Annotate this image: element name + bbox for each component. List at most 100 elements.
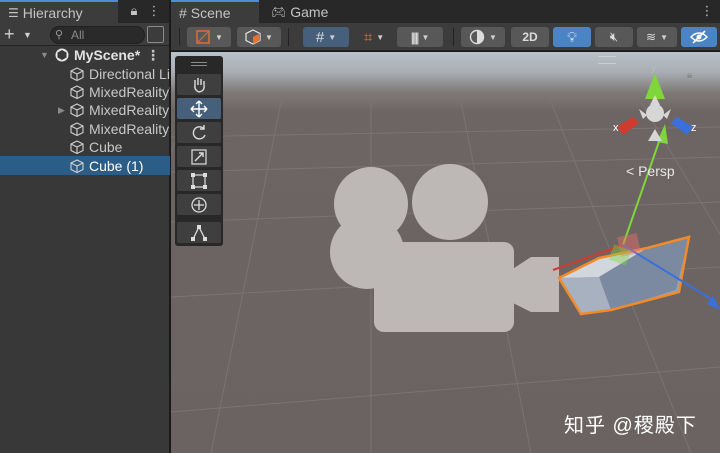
- hierarchy-item[interactable]: MixedRealitySceneContent: [0, 120, 170, 138]
- scene-panel: # Scene 🎮︎ Game ⋮ ▼ ▼ # ▼ ⌗ ▼ ||||| ▼ ▼ …: [171, 0, 720, 453]
- lighting-toggle[interactable]: 💡︎: [553, 27, 591, 47]
- scale-tool[interactable]: [177, 146, 221, 167]
- hierarchy-item-label: Directional Light: [89, 65, 170, 82]
- chevron-down-icon: ▼: [421, 32, 430, 42]
- hierarchy-item[interactable]: ▶ MixedRealityPlayspace: [0, 101, 170, 119]
- hand-tool[interactable]: [177, 74, 221, 95]
- draw-mode-dropdown[interactable]: ▼: [187, 27, 231, 47]
- shading-dropdown[interactable]: ▼: [461, 27, 505, 47]
- gameobject-cube-icon: [70, 140, 84, 155]
- watermark: 知乎 @稷殿下: [564, 415, 697, 437]
- camera-icon: [330, 164, 559, 332]
- hand-icon: [194, 77, 205, 93]
- more-menu-icon[interactable]: ⋮: [699, 2, 715, 20]
- hierarchy-item-label: MyScene*: [74, 47, 141, 64]
- custom-tool[interactable]: [177, 222, 221, 243]
- transform-icon: [191, 196, 207, 213]
- chevron-down-icon: ▼: [215, 32, 223, 42]
- gameobject-cube-icon: [70, 66, 84, 81]
- render-mode-dropdown[interactable]: ▼: [237, 27, 281, 47]
- ruler-icon: |||||: [410, 29, 420, 45]
- gizmo-z-label: z: [691, 122, 697, 134]
- hierarchy-panel: ☰ Hierarchy 🔒︎ ⋮ + ▼ ⚲ All ▼ MyScene* ⋮ Dir…: [0, 0, 170, 453]
- snap-settings-dropdown[interactable]: ⌗ ▼: [353, 27, 395, 47]
- hierarchy-item[interactable]: Cube (1): [0, 156, 170, 175]
- unity-scene-icon: [55, 48, 69, 62]
- hierarchy-item[interactable]: MixedRealityToolkit: [0, 83, 170, 101]
- scene-visibility-toggle[interactable]: [681, 27, 717, 47]
- grid-snap-dropdown[interactable]: # ▼: [303, 27, 349, 47]
- hierarchy-item-label: Cube (1): [89, 157, 144, 174]
- projection-toggle[interactable]: < Persp: [626, 163, 675, 179]
- lightbulb-icon: 💡︎: [567, 28, 577, 45]
- hierarchy-item-label: Cube: [89, 139, 123, 156]
- increment-snap-dropdown[interactable]: ||||| ▼: [397, 27, 443, 47]
- hierarchy-toolbar: + ▼ ⚲ All: [0, 23, 169, 46]
- scale-icon: [191, 148, 207, 165]
- gizmo-y-label: y: [651, 63, 656, 74]
- snap-icon: ⌗: [363, 28, 373, 46]
- gameobject-cube-icon: [70, 122, 84, 136]
- rect-tool[interactable]: [177, 170, 221, 191]
- shaded-draw-icon: [196, 30, 210, 44]
- hierarchy-item-label: MixedRealitySceneContent: [89, 120, 170, 137]
- gizmo-x-label: x: [613, 122, 619, 134]
- search-placeholder: All: [71, 28, 85, 42]
- lock-icon[interactable]: 🔒︎: [126, 2, 142, 20]
- scene-viewport[interactable]: 🔒︎ y x z < Persp 知乎 @稷殿下: [171, 52, 720, 453]
- rotate-tool[interactable]: [177, 122, 221, 143]
- expand-arrow-icon[interactable]: ▼: [40, 50, 49, 60]
- chevron-down-icon: ▼: [376, 32, 385, 42]
- audio-toggle[interactable]: 🔇︎: [595, 27, 633, 47]
- cube-orange-icon: [245, 29, 261, 45]
- gameobject-cube-icon: [70, 103, 84, 118]
- chevron-down-icon: ▼: [328, 32, 337, 42]
- create-button[interactable]: + ▼: [4, 24, 36, 44]
- hierarchy-item[interactable]: Directional Light: [0, 64, 170, 82]
- toolbar-separator: [453, 28, 454, 46]
- eye-hidden-icon: [690, 30, 708, 44]
- transform-tool[interactable]: [177, 194, 221, 215]
- tab-scene[interactable]: # Scene: [171, 0, 259, 23]
- gameobject-cube-icon: [70, 85, 84, 99]
- tab-hierarchy[interactable]: ☰ Hierarchy: [0, 0, 118, 23]
- chevron-down-icon: ▼: [23, 30, 32, 40]
- toolbar-separator: [288, 28, 289, 46]
- chevron-down-icon: ▼: [489, 32, 497, 42]
- scene-menu-icon[interactable]: ⋮: [146, 47, 160, 64]
- mode-2d-label: 2D: [522, 30, 538, 44]
- collapse-arrow-icon[interactable]: ▶: [58, 105, 65, 116]
- list-icon: ☰: [8, 5, 19, 20]
- tool-palette: [175, 56, 223, 246]
- chevron-down-icon: ▼: [660, 32, 668, 42]
- grid-icon: #: [315, 28, 325, 46]
- more-menu-icon[interactable]: ⋮: [146, 2, 162, 20]
- plus-icon: +: [4, 24, 15, 44]
- search-input[interactable]: ⚲ All: [50, 26, 145, 44]
- move-tool[interactable]: [177, 98, 221, 119]
- chevron-left-icon: <: [626, 163, 635, 179]
- rotate-icon: [192, 124, 206, 140]
- hierarchy-list: ▼ MyScene* ⋮Directional LightMixedRealityT…: [0, 46, 170, 175]
- mode-2d-button[interactable]: 2D: [511, 27, 549, 47]
- hierarchy-item[interactable]: Cube: [0, 138, 170, 156]
- drag-handle[interactable]: [191, 62, 207, 66]
- custom-editor-tool-icon: [191, 224, 207, 241]
- search-options-icon[interactable]: [147, 26, 164, 43]
- scene-toolbar: ▼ ▼ # ▼ ⌗ ▼ ||||| ▼ ▼ 2D 💡︎ �: [171, 23, 720, 51]
- layers-icon: ≋: [646, 30, 657, 44]
- scene-tab-strip: # Scene 🎮︎ Game ⋮: [171, 0, 720, 23]
- sphere-icon: [469, 29, 485, 45]
- search-icon: ⚲: [55, 29, 64, 41]
- gameobject-cube-icon: [70, 158, 84, 173]
- tab-scene-label: Scene: [190, 4, 231, 21]
- hierarchy-item-label: MixedRealityToolkit: [89, 83, 170, 100]
- effects-dropdown[interactable]: ≋ ▼: [637, 27, 677, 47]
- hierarchy-item-label: MixedRealityPlayspace: [89, 102, 170, 119]
- scene-root-item[interactable]: ▼ MyScene* ⋮: [0, 46, 170, 64]
- hash-icon: #: [179, 4, 187, 21]
- chevron-down-icon: ▼: [265, 32, 273, 42]
- toolbar-grip: [179, 28, 180, 46]
- tab-game[interactable]: 🎮︎ Game: [263, 0, 333, 23]
- gamepad-icon: 🎮︎: [271, 4, 287, 19]
